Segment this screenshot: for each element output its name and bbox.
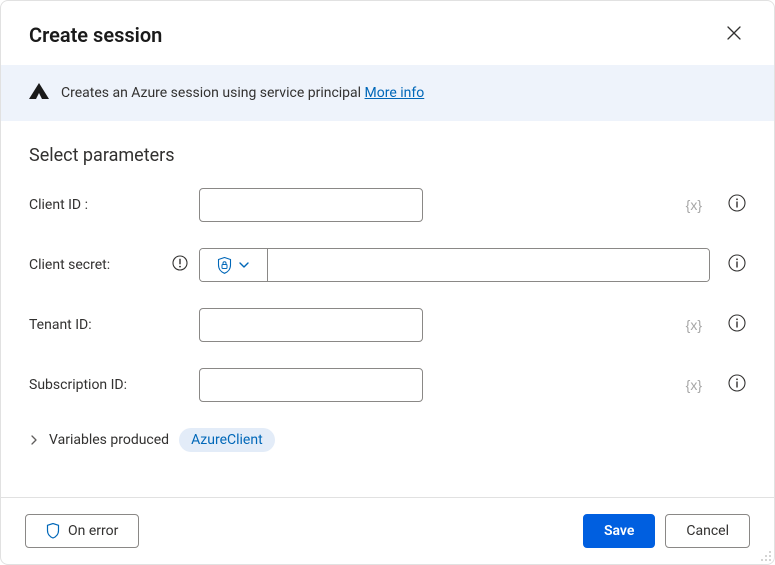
- chevron-down-icon: [238, 259, 250, 271]
- client-id-input[interactable]: [199, 188, 423, 222]
- secret-type-dropdown[interactable]: [200, 249, 268, 281]
- subscription-id-info-button[interactable]: [728, 374, 746, 396]
- close-icon: [726, 25, 742, 41]
- on-error-button[interactable]: On error: [25, 514, 139, 548]
- shield-lock-icon: [217, 257, 232, 274]
- variable-pill[interactable]: AzureClient: [179, 428, 275, 452]
- info-icon: [728, 194, 746, 212]
- client-secret-info-button[interactable]: [728, 254, 746, 276]
- variable-hint-icon: {x}: [686, 377, 702, 393]
- subscription-id-input[interactable]: [199, 368, 423, 402]
- param-row-client-id: Client ID : {x}: [29, 188, 746, 222]
- azure-icon: [29, 83, 49, 103]
- dialog-header: Create session: [1, 1, 774, 65]
- dialog-title: Create session: [29, 23, 162, 47]
- client-secret-secure-group: [199, 248, 710, 282]
- shield-icon: [46, 523, 60, 539]
- variables-produced-toggle[interactable]: [29, 431, 39, 450]
- subscription-id-label: Subscription ID:: [29, 377, 161, 393]
- banner-text: Creates an Azure session using service p…: [61, 85, 424, 101]
- info-icon: [728, 374, 746, 392]
- close-button[interactable]: [722, 21, 746, 49]
- client-id-info-button[interactable]: [728, 194, 746, 216]
- resize-grip-icon[interactable]: [760, 550, 772, 562]
- info-banner: Creates an Azure session using service p…: [1, 65, 774, 121]
- client-id-label: Client ID :: [29, 197, 161, 213]
- more-info-link[interactable]: More info: [365, 85, 425, 101]
- param-row-client-secret: Client secret:: [29, 248, 746, 282]
- param-row-subscription-id: Subscription ID: {x}: [29, 368, 746, 402]
- warning-icon: [172, 255, 188, 271]
- variables-produced-row: Variables produced AzureClient: [29, 428, 746, 452]
- variable-hint-icon: {x}: [686, 317, 702, 333]
- variable-hint-icon: {x}: [686, 197, 702, 213]
- section-title: Select parameters: [29, 145, 746, 166]
- param-row-tenant-id: Tenant ID: {x}: [29, 308, 746, 342]
- tenant-id-label: Tenant ID:: [29, 317, 161, 333]
- info-icon: [728, 254, 746, 272]
- cancel-button[interactable]: Cancel: [665, 514, 750, 548]
- info-icon: [728, 314, 746, 332]
- client-secret-warning-icon[interactable]: [172, 255, 188, 275]
- client-secret-label: Client secret:: [29, 257, 161, 273]
- variables-produced-label: Variables produced: [49, 432, 169, 448]
- dialog-footer: On error Save Cancel: [1, 497, 774, 564]
- save-button[interactable]: Save: [583, 514, 655, 548]
- tenant-id-info-button[interactable]: [728, 314, 746, 336]
- tenant-id-input[interactable]: [199, 308, 423, 342]
- dialog-content: Select parameters Client ID : {x} Client…: [1, 121, 774, 497]
- client-secret-input[interactable]: [268, 249, 709, 281]
- chevron-right-icon: [29, 434, 39, 446]
